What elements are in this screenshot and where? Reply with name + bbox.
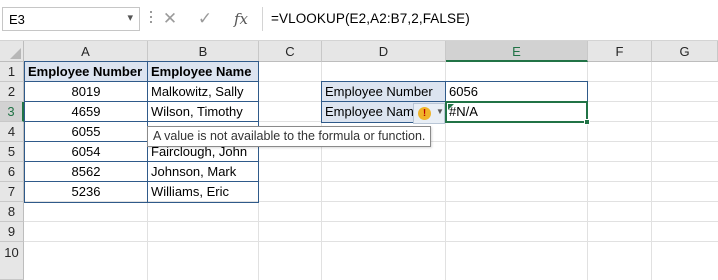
column-header-a[interactable]: A: [24, 41, 148, 62]
table-border: [24, 101, 259, 102]
worksheet-grid: A B C D E F G 1 2 3 4 5 6 7 8 9 10 Emplo…: [0, 41, 718, 280]
column-header-g[interactable]: G: [652, 41, 718, 62]
chevron-down-icon[interactable]: ▾: [127, 11, 133, 24]
column-header-f[interactable]: F: [588, 41, 652, 62]
gridline: [651, 62, 652, 280]
checkmark-icon[interactable]: ✓: [194, 8, 216, 30]
row-header-4[interactable]: 4: [0, 122, 24, 142]
table-border: [24, 161, 259, 162]
name-box[interactable]: E3 ▾: [2, 7, 140, 31]
fill-handle[interactable]: [584, 119, 590, 125]
row-header-3[interactable]: 3: [0, 102, 24, 122]
row-header-2[interactable]: 2: [0, 82, 24, 102]
row-header-1[interactable]: 1: [0, 62, 24, 82]
insert-function-icon[interactable]: fx: [230, 8, 252, 30]
gridline: [24, 241, 718, 242]
row-header-10[interactable]: 10: [0, 242, 24, 280]
chevron-down-icon[interactable]: ▼: [436, 107, 444, 116]
formula-bar: E3 ▾ ✕ ✓ fx =VLOOKUP(E2,A2:B7,2,FALSE): [0, 0, 718, 40]
column-header-c[interactable]: C: [259, 41, 322, 62]
gridline: [24, 221, 718, 222]
row-header-7[interactable]: 7: [0, 182, 24, 202]
column-header-e[interactable]: E: [446, 41, 588, 62]
error-indicator-icon: [448, 104, 454, 110]
row-header-8[interactable]: 8: [0, 202, 24, 222]
active-cell-outline: [445, 101, 588, 123]
column-header-d[interactable]: D: [322, 41, 446, 62]
table-border: [24, 81, 259, 82]
formula-input[interactable]: =VLOOKUP(E2,A2:B7,2,FALSE): [271, 11, 470, 26]
drag-handle-icon[interactable]: [149, 11, 153, 27]
error-warning-icon: !: [418, 107, 431, 120]
name-box-value: E3: [9, 12, 25, 27]
row-header-9[interactable]: 9: [0, 222, 24, 242]
table-border: [24, 181, 259, 182]
divider: [262, 7, 263, 31]
error-options-button[interactable]: ! ▼: [413, 103, 445, 124]
error-tooltip: A value is not available to the formula …: [147, 126, 432, 147]
cancel-x-icon[interactable]: ✕: [159, 8, 181, 30]
column-header-b[interactable]: B: [148, 41, 259, 62]
select-all-button[interactable]: [0, 41, 24, 62]
row-header-6[interactable]: 6: [0, 162, 24, 182]
table-border: [24, 121, 259, 122]
row-header-5[interactable]: 5: [0, 142, 24, 162]
